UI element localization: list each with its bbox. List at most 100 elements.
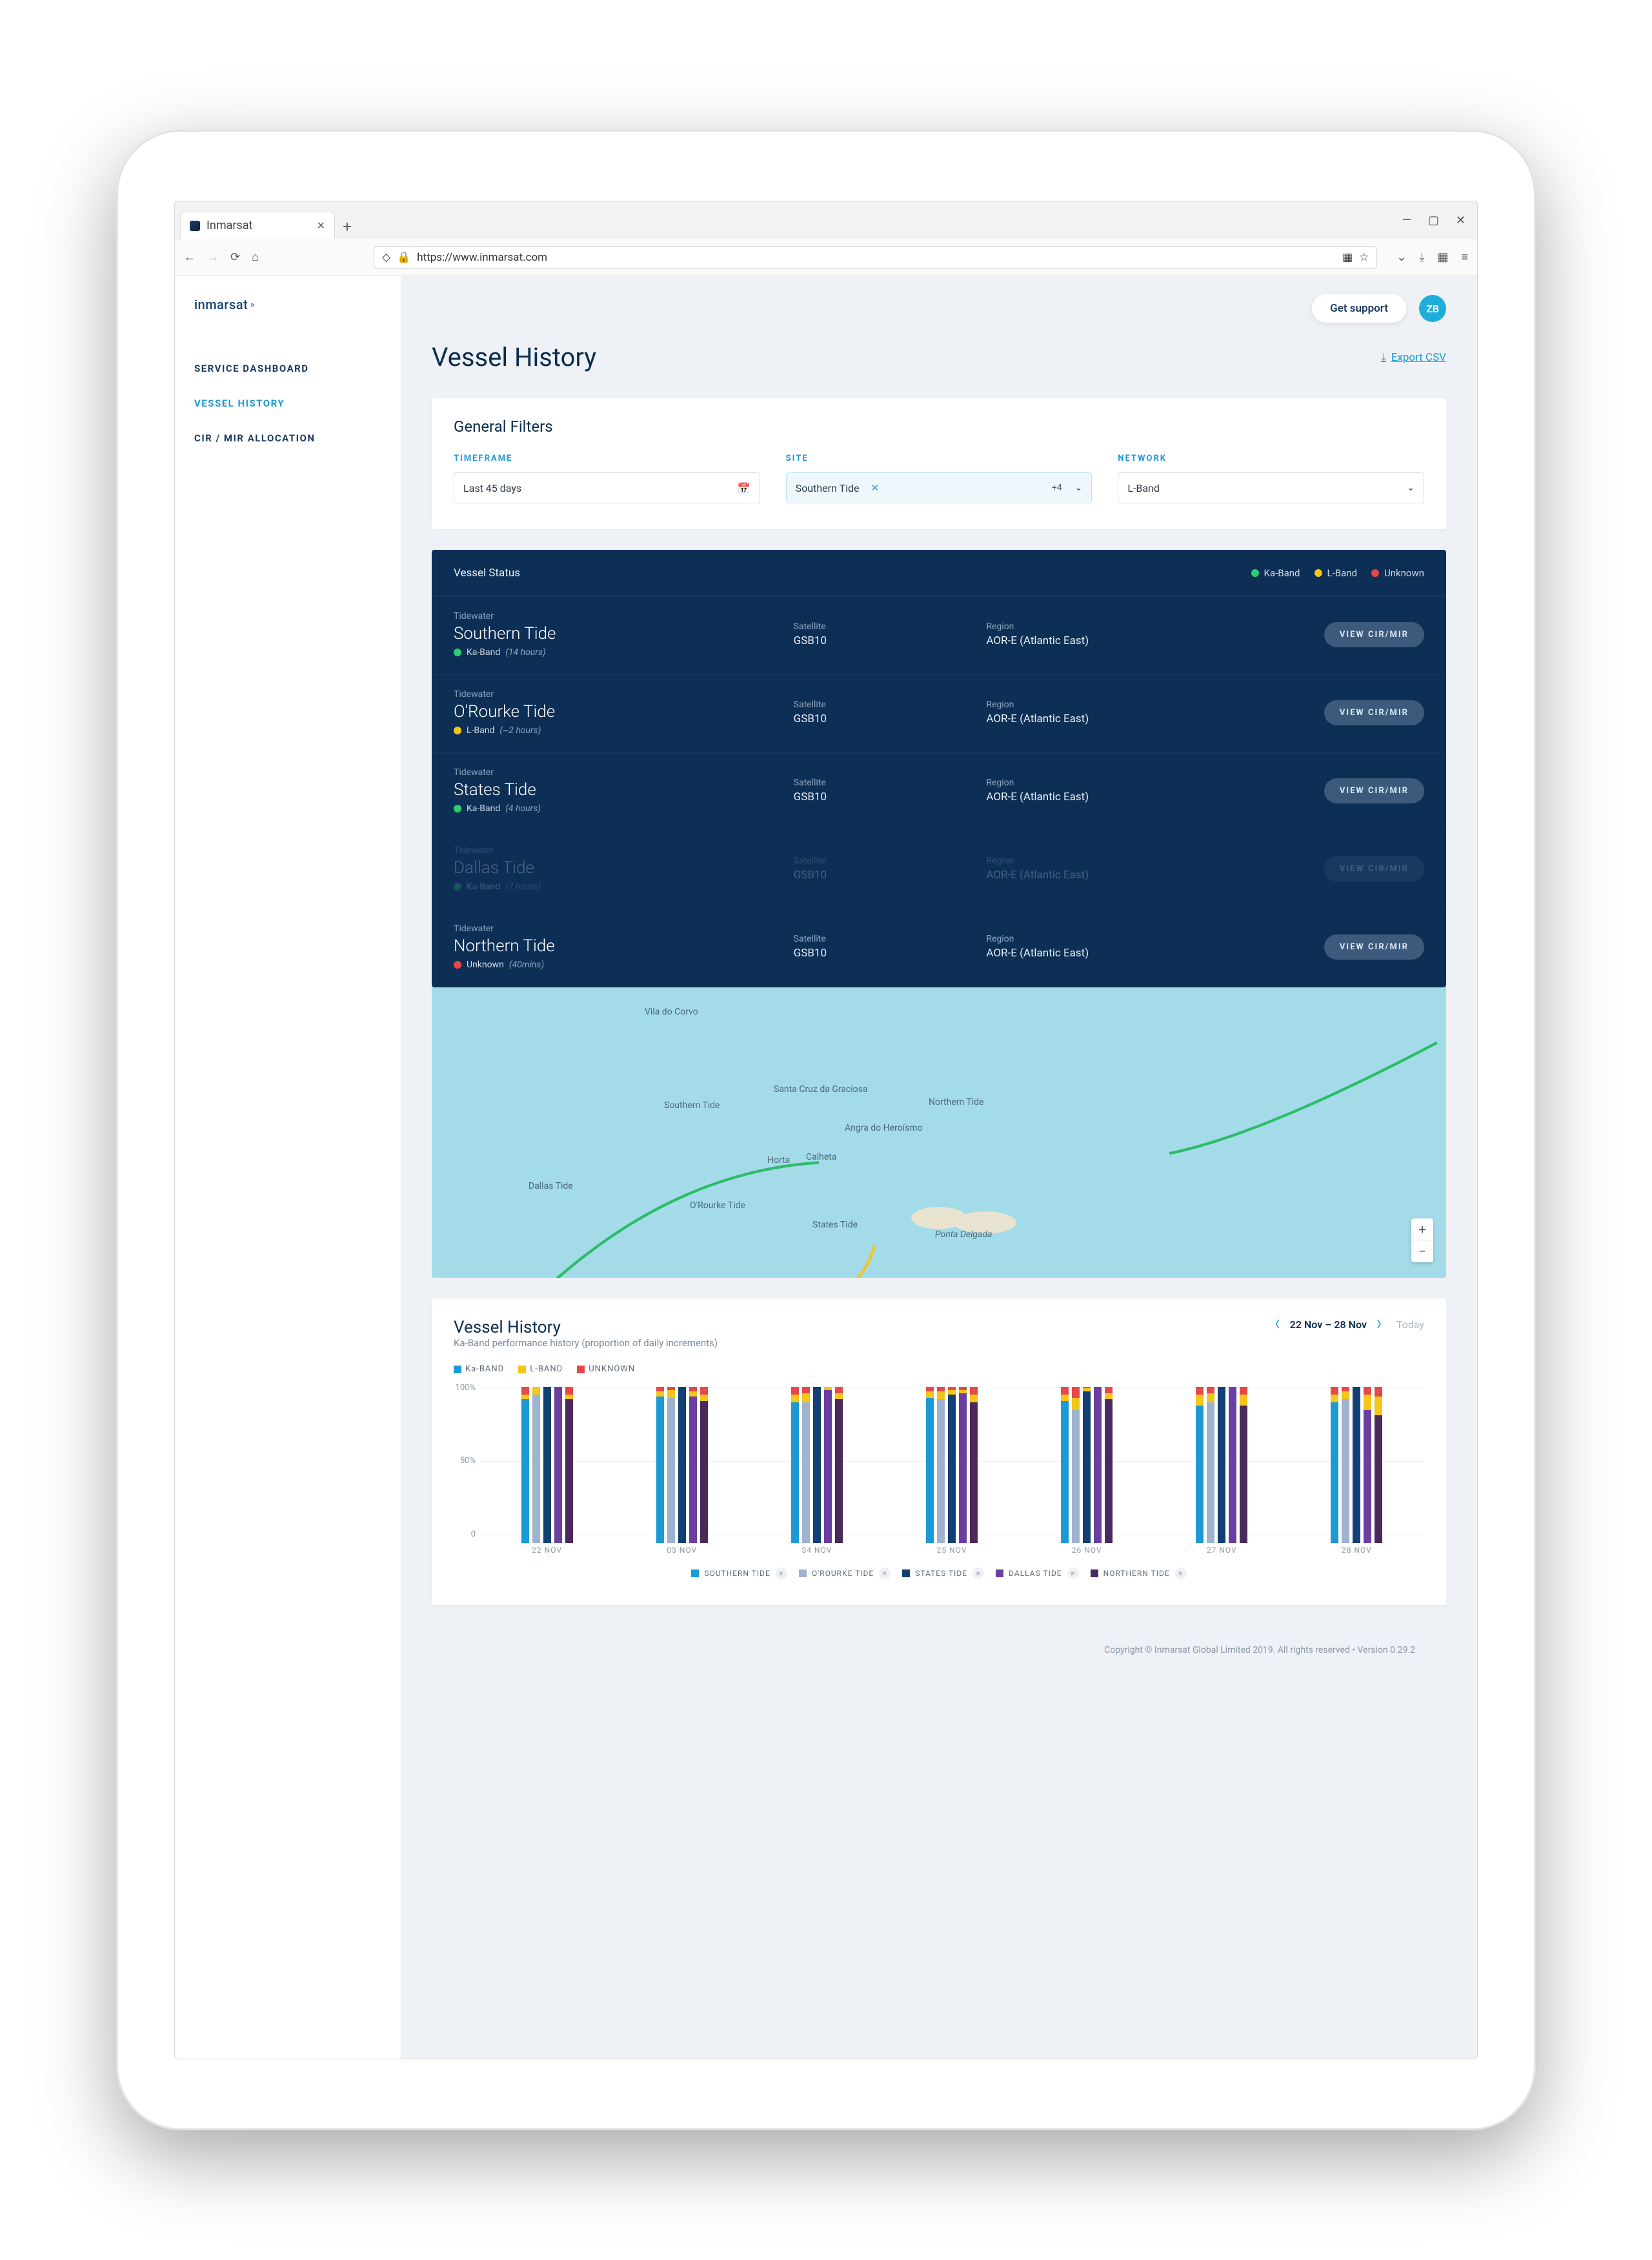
- export-label: Export CSV: [1391, 351, 1446, 364]
- menu-icon[interactable]: ≡: [1461, 250, 1468, 264]
- topbar: Get support ZB: [401, 294, 1477, 342]
- zoom-out-button[interactable]: −: [1411, 1240, 1433, 1262]
- vessel-row: Tidewater Northern Tide Unknown (40mins)…: [432, 909, 1446, 987]
- view-cir-mir-button[interactable]: VIEW CIR/MIR: [1324, 700, 1424, 725]
- vessel-band: Unknown: [467, 960, 504, 970]
- download-icon[interactable]: ⤓: [1420, 250, 1425, 264]
- map-label: Calheta: [806, 1152, 836, 1162]
- export-csv-link[interactable]: ⤓ Export CSV: [1381, 351, 1446, 364]
- close-tab-icon[interactable]: ✕: [317, 219, 325, 232]
- chart-bar: [1375, 1387, 1382, 1543]
- browser-tab[interactable]: Inmarsat ✕: [180, 212, 335, 239]
- col-satellite-label: Satellite: [794, 700, 974, 710]
- col-region-label: Region: [986, 621, 1247, 632]
- remove-series-icon[interactable]: ×: [776, 1568, 787, 1579]
- legend-ka: Ka-Band: [1264, 567, 1300, 579]
- site-label: SITE: [786, 454, 1093, 463]
- vessel-row: Tidewater O'Rourke Tide L-Band (~2 hours…: [432, 675, 1446, 753]
- chart-bar: [521, 1387, 529, 1543]
- chart-bar: [813, 1387, 821, 1543]
- remove-series-icon[interactable]: ×: [1067, 1568, 1079, 1579]
- chart-bar: [1094, 1387, 1102, 1543]
- network-label: NETWORK: [1118, 454, 1424, 463]
- url-bar[interactable]: ◇ 🔒 https://www.inmarsat.com ▦ ☆: [374, 246, 1377, 269]
- grid-icon[interactable]: ▦: [1342, 251, 1353, 264]
- vessel-time: (14 hours): [505, 647, 545, 658]
- chart-bar: [937, 1387, 945, 1543]
- get-support-button[interactable]: Get support: [1312, 294, 1406, 323]
- maximize-icon[interactable]: ▢: [1428, 214, 1439, 227]
- timeframe-input[interactable]: Last 45 days 📅: [454, 472, 760, 503]
- col-satellite-label: Satellite: [794, 934, 974, 944]
- new-tab-button[interactable]: +: [335, 214, 359, 239]
- vessel-satellite: GSB10: [794, 712, 974, 725]
- y-tick: 100%: [456, 1383, 476, 1393]
- site-input[interactable]: Southern Tide ✕ +4 ⌄: [786, 472, 1093, 503]
- series-pill[interactable]: SOUTHERN TIDE ×: [691, 1568, 787, 1579]
- chart-day-group: 03 NOV: [614, 1387, 749, 1555]
- nav-service-dashboard[interactable]: SERVICE DASHBOARD: [194, 351, 381, 386]
- vessel-region: AOR-E (Atlantic East): [986, 947, 1247, 960]
- status-dot-icon: [454, 727, 461, 734]
- series-swatch-icon: [799, 1569, 807, 1577]
- view-cir-mir-button[interactable]: VIEW CIR/MIR: [1324, 856, 1424, 882]
- y-tick: 50%: [460, 1456, 476, 1466]
- pocket-icon[interactable]: ⌄: [1396, 250, 1406, 264]
- clear-chip-icon[interactable]: ✕: [871, 482, 880, 494]
- zoom-in-button[interactable]: +: [1411, 1218, 1433, 1240]
- today-button[interactable]: Today: [1396, 1318, 1424, 1331]
- view-cir-mir-button[interactable]: VIEW CIR/MIR: [1324, 622, 1424, 647]
- series-pill[interactable]: NORTHERN TIDE×: [1091, 1568, 1187, 1579]
- vessel-band: Ka-Band: [467, 882, 500, 892]
- brand-mark-icon: »: [250, 300, 254, 309]
- chart-bar: [656, 1387, 664, 1543]
- series-name: SOUTHERN TIDE: [704, 1569, 771, 1578]
- view-cir-mir-button[interactable]: VIEW CIR/MIR: [1324, 934, 1424, 960]
- download-icon: ⤓: [1381, 351, 1386, 364]
- next-range-button[interactable]: 〉: [1377, 1318, 1386, 1331]
- favicon-icon: [190, 221, 200, 231]
- nav-cir-mir-allocation[interactable]: CIR / MIR ALLOCATION: [194, 421, 381, 456]
- vessel-history-chart-panel: Vessel History Ka-Band performance histo…: [432, 1298, 1446, 1605]
- chart-bar: [791, 1387, 799, 1543]
- minimize-icon[interactable]: —: [1402, 214, 1411, 227]
- reload-icon[interactable]: ⟳: [230, 250, 240, 264]
- vessel-group: Tidewater: [454, 689, 781, 700]
- prev-range-button[interactable]: 〈: [1271, 1318, 1280, 1331]
- series-pill[interactable]: DALLAS TIDE×: [996, 1568, 1078, 1579]
- x-axis-label: 34 NOV: [801, 1546, 832, 1555]
- remove-series-icon[interactable]: ×: [972, 1568, 984, 1579]
- series-pill[interactable]: O'ROURKE TIDE×: [799, 1568, 891, 1579]
- home-icon[interactable]: ⌂: [252, 250, 259, 264]
- apps-icon[interactable]: ▦: [1437, 250, 1448, 264]
- chart-bar: [554, 1387, 562, 1543]
- series-pill[interactable]: STATES TIDE×: [902, 1568, 984, 1579]
- nav-vessel-history[interactable]: VESSEL HISTORY: [194, 386, 381, 421]
- chart-bar: [1218, 1387, 1225, 1543]
- vessel-satellite: GSB10: [794, 634, 974, 647]
- forward-icon[interactable]: →: [207, 250, 219, 264]
- map[interactable]: Vila do Corvo Santa Cruz da Graciosa Hor…: [432, 987, 1446, 1278]
- timeframe-label: TIMEFRAME: [454, 454, 760, 463]
- sq-l-icon: [518, 1366, 526, 1373]
- chart-bar: [1207, 1387, 1214, 1543]
- x-axis-label: 03 NOV: [667, 1546, 697, 1555]
- browser-window: Inmarsat ✕ + — ▢ ✕ ← → ⟳ ⌂ ◇ 🔒 https://w…: [174, 201, 1478, 2059]
- vessel-row: Tidewater Dallas Tide Ka-Band (7 hours) …: [432, 831, 1446, 909]
- back-icon[interactable]: ←: [184, 250, 196, 264]
- chart-bar: [1342, 1387, 1349, 1543]
- chart-subtitle: Ka-Band performance history (proportion …: [454, 1337, 718, 1349]
- remove-series-icon[interactable]: ×: [1175, 1568, 1187, 1579]
- filters-heading: General Filters: [454, 418, 1424, 436]
- network-input[interactable]: L-Band ⌄: [1118, 472, 1424, 503]
- close-window-icon[interactable]: ✕: [1456, 214, 1466, 227]
- x-axis-label: 22 NOV: [532, 1546, 562, 1555]
- series-swatch-icon: [691, 1569, 699, 1577]
- chart-bar: [970, 1387, 978, 1543]
- avatar[interactable]: ZB: [1419, 295, 1446, 322]
- map-label: Horta: [767, 1155, 790, 1165]
- star-icon[interactable]: ☆: [1359, 251, 1369, 264]
- remove-series-icon[interactable]: ×: [879, 1568, 891, 1579]
- view-cir-mir-button[interactable]: VIEW CIR/MIR: [1324, 778, 1424, 803]
- series-swatch-icon: [996, 1569, 1003, 1577]
